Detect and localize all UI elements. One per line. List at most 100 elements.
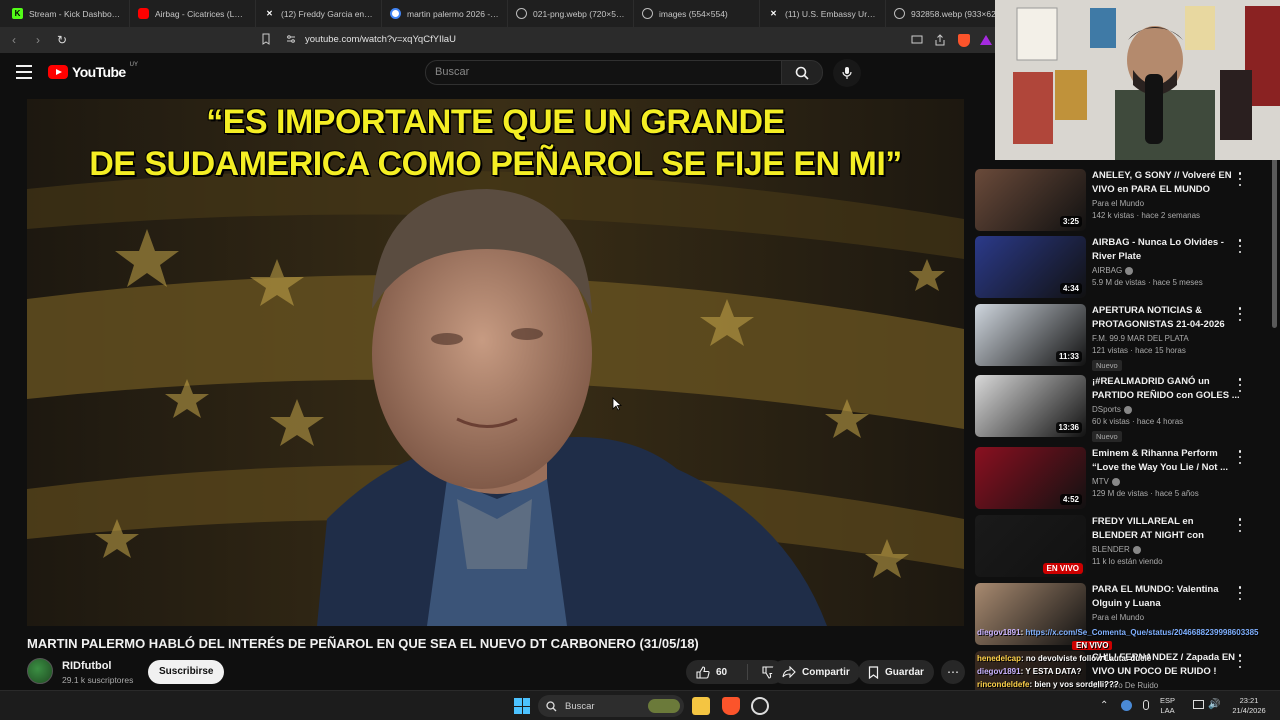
search-button[interactable] xyxy=(781,60,823,85)
recommended-video[interactable]: 13:36 ¡#REALMADRID GANÓ un PARTIDO REÑIDO… xyxy=(975,375,1265,442)
browser-tab-title: images (554×554) xyxy=(659,8,728,19)
more-vertical-icon[interactable] xyxy=(1237,239,1243,253)
video-title[interactable]: PARA EL MUNDO: Valentina Olguin y Luana xyxy=(1092,583,1242,610)
like-button[interactable]: 60 xyxy=(686,664,748,680)
channel-name[interactable]: DSports xyxy=(1092,405,1121,414)
video-title: MARTIN PALERMO HABLÓ DEL INTERÉS DE PEÑA… xyxy=(27,636,699,651)
bookmark-icon xyxy=(868,665,879,679)
recommended-video[interactable]: 11:33 APERTURA NOTICIAS & PROTAGONISTAS 2… xyxy=(975,304,1265,371)
back-button[interactable]: ‹ xyxy=(4,30,24,50)
recommended-video[interactable]: 4:52 Eminem & Rihanna Perform “Love the W… xyxy=(975,447,1265,511)
globe-icon xyxy=(642,8,653,19)
channel-name[interactable]: AIRBAG xyxy=(1092,266,1122,275)
more-vertical-icon[interactable] xyxy=(1237,378,1243,392)
tray-mic-icon[interactable] xyxy=(1143,700,1149,710)
browser-tab[interactable]: martin palermo 2026 - Bu xyxy=(382,0,508,27)
channel-name[interactable]: F.M. 99.9 MAR DEL PLATA xyxy=(1092,334,1189,343)
tray-app-icon[interactable] xyxy=(1121,700,1132,711)
channel-name[interactable]: MTV xyxy=(1092,477,1109,486)
video-thumbnail[interactable]: 4:52 xyxy=(975,447,1086,509)
video-meta: 5.9 M de vistas · hace 5 meses xyxy=(1092,278,1203,287)
taskbar-search[interactable]: Buscar xyxy=(538,695,684,717)
youtube-logo[interactable]: YouTube UY xyxy=(48,62,138,80)
video-title[interactable]: APERTURA NOTICIAS & PROTAGONISTAS 21-04-… xyxy=(1092,304,1242,331)
channel-avatar[interactable] xyxy=(27,658,53,684)
obs-icon[interactable] xyxy=(751,697,769,715)
browser-tab[interactable]: K Stream - Kick Dashboard xyxy=(4,0,130,27)
recommended-video[interactable]: 3:25 ANELEY, G SONY // Volveré EN VIVO en… xyxy=(975,169,1265,233)
url-field[interactable]: youtube.com/watch?v=xqYqCfYIlaU xyxy=(305,27,456,53)
tray-chevron-icon[interactable]: ⌃ xyxy=(1100,700,1108,711)
search-input[interactable]: Buscar xyxy=(425,60,782,85)
more-vertical-icon[interactable] xyxy=(1237,450,1243,464)
chat-live-label: EN VIVO xyxy=(1072,641,1113,650)
video-player[interactable]: “ES IMPORTANTE QUE UN GRANDE DE SUDAMERI… xyxy=(27,99,964,626)
channel-name[interactable]: Para el Mundo xyxy=(1092,613,1144,622)
more-vertical-icon[interactable] xyxy=(1237,172,1243,186)
network-icon[interactable] xyxy=(1193,700,1204,709)
channel-name[interactable]: RIDfutbol xyxy=(62,660,111,672)
x-icon: ✕ xyxy=(266,9,273,18)
language-indicator[interactable]: ESP LAA xyxy=(1160,696,1175,716)
clock-time: 23:21 xyxy=(1239,696,1259,705)
file-explorer-icon[interactable] xyxy=(692,697,710,715)
video-info: FREDY VILLAREAL en BLENDER AT NIGHT con … xyxy=(1092,515,1242,566)
chat-username[interactable]: diegov1891 xyxy=(977,628,1021,637)
chat-username[interactable]: henedelcap xyxy=(977,654,1021,663)
channel-name[interactable]: Para el Mundo xyxy=(1092,199,1144,208)
more-actions-button[interactable]: ⋯ xyxy=(941,660,965,684)
brave-shield-icon[interactable] xyxy=(958,34,970,47)
video-thumbnail[interactable]: 3:25 xyxy=(975,169,1086,231)
video-title[interactable]: FREDY VILLAREAL en BLENDER AT NIGHT con … xyxy=(1092,515,1242,542)
browser-tab[interactable]: ✕ (11) U.S. Embassy Urugua xyxy=(760,0,886,27)
site-settings-icon[interactable] xyxy=(286,34,296,44)
video-thumbnail[interactable]: 11:33 xyxy=(975,304,1086,366)
live-badge: EN VIVO xyxy=(1042,563,1083,574)
video-title[interactable]: AIRBAG - Nunca Lo Olvides - River Plate xyxy=(1092,236,1242,263)
new-badge: Nuevo xyxy=(1092,431,1122,442)
voice-search-button[interactable] xyxy=(833,59,861,87)
browser-tab[interactable]: images (554×554) xyxy=(634,0,760,27)
windows-start-icon[interactable] xyxy=(514,698,530,714)
more-vertical-icon[interactable] xyxy=(1237,307,1243,321)
save-button[interactable]: Guardar xyxy=(858,660,934,684)
more-horizontal-icon: ⋯ xyxy=(947,665,959,679)
screen-cast-icon[interactable] xyxy=(911,35,923,45)
hamburger-menu-icon[interactable] xyxy=(16,65,32,79)
browser-tab[interactable]: 932858.webp (933×622 xyxy=(886,0,1012,27)
share-button[interactable]: Compartir xyxy=(772,660,860,684)
video-title[interactable]: ANELEY, G SONY // Volveré EN VIVO en PAR… xyxy=(1092,169,1242,196)
browser-tab[interactable]: Airbag - Cicatrices (Luna F xyxy=(130,0,256,27)
verified-check-icon xyxy=(1123,405,1132,414)
video-thumbnail[interactable]: 13:36 xyxy=(975,375,1086,437)
channel-name[interactable]: BLENDER xyxy=(1092,545,1130,554)
volume-icon[interactable]: 🔊 xyxy=(1208,699,1220,710)
recommended-video[interactable]: EN VIVO FREDY VILLAREAL en BLENDER AT NIG… xyxy=(975,515,1265,579)
chat-link[interactable]: https://x.com/Se_Comenta_Que/status/2046… xyxy=(1025,628,1258,637)
video-thumbnail[interactable]: EN VIVO xyxy=(975,515,1086,577)
rewards-icon[interactable] xyxy=(980,35,992,45)
share-page-icon[interactable] xyxy=(934,34,946,46)
reload-button[interactable]: ↻ xyxy=(52,30,72,50)
channel-line: MTV xyxy=(1092,477,1242,486)
browser-tab-title: (11) U.S. Embassy Urugua xyxy=(785,8,877,19)
subscribe-button[interactable]: Suscribirse xyxy=(148,660,225,684)
video-duration: 4:52 xyxy=(1059,494,1082,505)
recommended-video[interactable]: 4:34 AIRBAG - Nunca Lo Olvides - River Pl… xyxy=(975,236,1265,300)
video-title[interactable]: Eminem & Rihanna Perform “Love the Way Y… xyxy=(1092,447,1242,474)
chat-username[interactable]: diegov1891 xyxy=(977,667,1021,676)
browser-tab[interactable]: 021-png.webp (720×540) xyxy=(508,0,634,27)
more-vertical-icon[interactable] xyxy=(1237,518,1243,532)
chat-message: diegov1891: Y ESTA DATA? xyxy=(977,665,1280,678)
video-title[interactable]: ¡#REALMADRID GANÓ un PARTIDO REÑIDO con … xyxy=(1092,375,1242,402)
brave-browser-icon[interactable] xyxy=(722,697,740,715)
browser-tab[interactable]: ✕ (12) Freddy Garcia en X: "i xyxy=(256,0,382,27)
more-vertical-icon[interactable] xyxy=(1237,586,1243,600)
bookmark-icon[interactable] xyxy=(260,33,272,45)
webcam-image xyxy=(995,0,1280,160)
video-thumbnail[interactable]: 4:34 xyxy=(975,236,1086,298)
chat-username[interactable]: rincondeldefe xyxy=(977,680,1029,689)
clock[interactable]: 23:21 21/4/2026 xyxy=(1226,696,1272,716)
video-info: AIRBAG - Nunca Lo Olvides - River Plate A… xyxy=(1092,236,1242,287)
forward-button[interactable]: › xyxy=(28,30,48,50)
